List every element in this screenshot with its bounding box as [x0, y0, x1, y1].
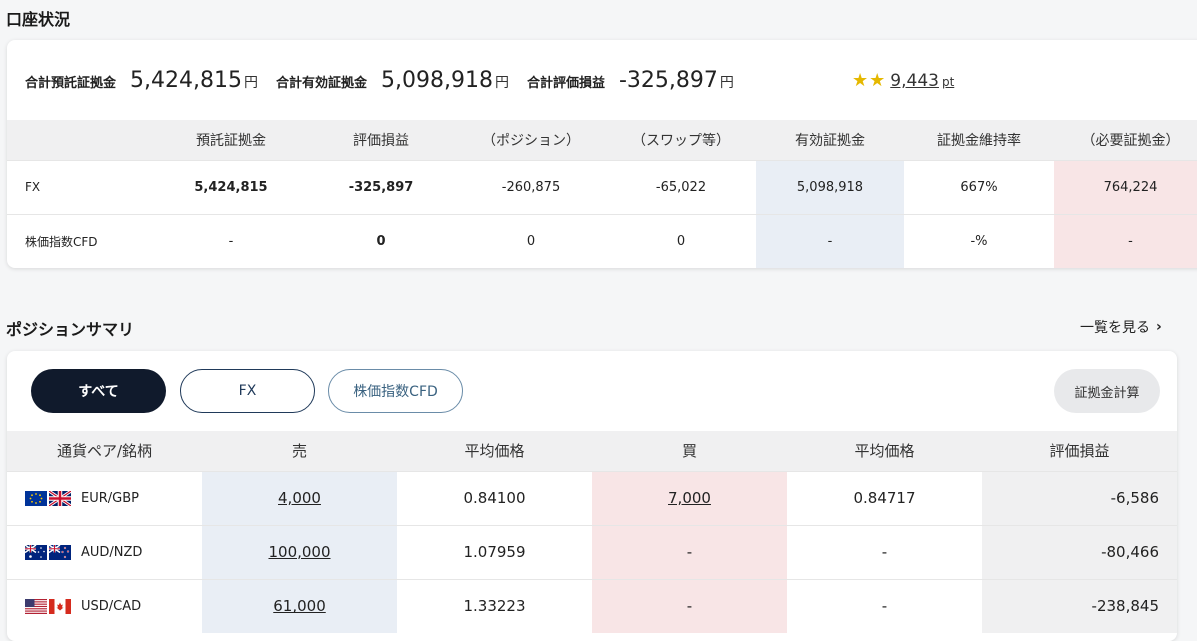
pair-cell: AUD/NZD: [7, 524, 202, 579]
position-summary-title: ポジションサマリ: [6, 320, 135, 339]
pair-name: AUD/NZD: [81, 544, 143, 560]
cell-position: 0: [456, 213, 606, 268]
filter-all-button[interactable]: すべて: [31, 369, 166, 413]
view-all-label[interactable]: 一覧を見る: [1080, 317, 1150, 337]
cell-pnl: -6,586: [982, 470, 1177, 525]
total-deposit-value: 5,424,815: [130, 68, 242, 93]
total-pnl-value: -325,897: [618, 68, 718, 93]
total-effective-margin-value: 5,098,918: [381, 68, 493, 93]
cell-effective-margin: 5,098,918: [756, 159, 904, 214]
cell-buy-avg: 0.84717: [787, 470, 982, 525]
pair-cell: EUR/GBP: [7, 470, 202, 525]
total-effective-margin-label: 合計有効証拠金: [275, 76, 367, 91]
cell-maintenance-ratio: -%: [904, 213, 1054, 268]
header-sell-avg: 平均価格: [397, 431, 592, 471]
account-summary: 合計預託証拠金 5,424,815 円 合計有効証拠金 5,098,918 円 …: [25, 68, 752, 98]
header-deposit: 預託証拠金: [156, 120, 306, 160]
cell-sell[interactable]: 100,000: [202, 524, 397, 579]
account-table: 預託証拠金 評価損益 （ポジション） （スワップ等） 有効証拠金 証拠金維持率 …: [7, 120, 1197, 268]
account-status-card: 合計預託証拠金 5,424,815 円 合計有効証拠金 5,098,918 円 …: [7, 40, 1197, 268]
ca-flag-icon: [49, 598, 71, 614]
cell-sell[interactable]: 4,000: [202, 470, 397, 525]
account-status-title: 口座状況: [6, 10, 71, 29]
points-display[interactable]: ★ ★ 9,443 pt: [852, 70, 954, 91]
positions-table: 通貨ペア/銘柄 売 平均価格 買 平均価格 評価損益 EUR/GBP 4,000…: [7, 431, 1177, 633]
total-effective-margin-unit: 円: [494, 75, 509, 91]
cell-position: -260,875: [456, 159, 606, 214]
cell-buy-avg: -: [787, 578, 982, 633]
header-maintenance-ratio: 証拠金維持率: [904, 120, 1054, 160]
table-row: AUD/NZD 100,000 1.07959 - - -80,466: [7, 524, 1177, 579]
table-row: EUR/GBP 4,000 0.84100 7,000 0.84717 -6,5…: [7, 470, 1177, 525]
cell-sell-avg: 1.07959: [397, 524, 592, 579]
pair-name: USD/CAD: [81, 598, 142, 614]
cell-required-margin: 764,224: [1054, 159, 1197, 214]
header-pnl: 評価損益: [982, 431, 1177, 471]
au-flag-icon: [25, 544, 47, 560]
header-position: （ポジション）: [456, 120, 606, 160]
total-pnl-label: 合計評価損益: [526, 76, 605, 91]
header-pnl: 評価損益: [306, 120, 456, 160]
total-deposit-unit: 円: [243, 75, 258, 91]
cell-swap: -65,022: [606, 159, 756, 214]
cell-pnl: -238,845: [982, 578, 1177, 633]
header-buy-avg: 平均価格: [787, 431, 982, 471]
table-row: FX 5,424,815 -325,897 -260,875 -65,022 5…: [7, 159, 1197, 214]
cell-pnl: -80,466: [982, 524, 1177, 579]
view-all-link[interactable]: 一覧を見る ›: [1080, 317, 1162, 337]
nz-flag-icon: [49, 544, 71, 560]
cell-pnl: 0: [306, 213, 456, 268]
points-unit: pt: [941, 75, 955, 89]
cell-buy: -: [592, 578, 787, 633]
pair-cell: USD/CAD: [7, 578, 202, 633]
header-required-margin: （必要証拠金）: [1054, 120, 1197, 160]
header-blank: [7, 120, 156, 160]
cell-pnl: -325,897: [306, 159, 456, 214]
position-summary-card: すべて FX 株価指数CFD 証拠金計算 通貨ペア/銘柄 売 平均価格 買 平均…: [7, 351, 1177, 641]
cell-maintenance-ratio: 667%: [904, 159, 1054, 214]
cell-required-margin: -: [1054, 213, 1197, 268]
cell-effective-margin: -: [756, 213, 904, 268]
header-buy: 買: [592, 431, 787, 471]
row-label: FX: [7, 159, 156, 214]
row-label: 株価指数CFD: [7, 213, 156, 268]
sell-amount-link[interactable]: 61,000: [273, 597, 326, 615]
header-effective-margin: 有効証拠金: [756, 120, 904, 160]
cell-sell[interactable]: 61,000: [202, 578, 397, 633]
header-swap: （スワップ等）: [606, 120, 756, 160]
total-deposit-label: 合計預託証拠金: [25, 76, 117, 91]
table-row: 株価指数CFD - 0 0 0 - -% -: [7, 213, 1197, 268]
buy-amount-link[interactable]: 7,000: [668, 489, 711, 507]
star-icon: ★: [869, 70, 886, 91]
margin-calc-button[interactable]: 証拠金計算: [1054, 369, 1160, 413]
header-sell: 売: [202, 431, 397, 471]
filter-cfd-button[interactable]: 株価指数CFD: [328, 369, 463, 413]
sell-amount-link[interactable]: 100,000: [268, 543, 330, 561]
sell-amount-link[interactable]: 4,000: [278, 489, 321, 507]
chevron-right-icon: ›: [1156, 319, 1162, 335]
eu-flag-icon: [25, 490, 47, 506]
total-pnl-unit: 円: [719, 75, 734, 91]
cell-deposit: -: [156, 213, 306, 268]
cell-buy[interactable]: 7,000: [592, 470, 787, 525]
account-table-header: 預託証拠金 評価損益 （ポジション） （スワップ等） 有効証拠金 証拠金維持率 …: [7, 120, 1197, 160]
cell-buy-avg: -: [787, 524, 982, 579]
cell-sell-avg: 1.33223: [397, 578, 592, 633]
table-row: USD/CAD 61,000 1.33223 - - -238,845: [7, 578, 1177, 633]
us-flag-icon: [25, 598, 47, 614]
cell-deposit: 5,424,815: [156, 159, 306, 214]
uk-flag-icon: [49, 490, 71, 506]
filter-fx-button[interactable]: FX: [180, 369, 315, 413]
header-pair: 通貨ペア/銘柄: [7, 431, 202, 471]
star-icon: ★: [852, 70, 869, 91]
cell-swap: 0: [606, 213, 756, 268]
pair-name: EUR/GBP: [81, 490, 139, 506]
cell-buy: -: [592, 524, 787, 579]
cell-sell-avg: 0.84100: [397, 470, 592, 525]
positions-table-header: 通貨ペア/銘柄 売 平均価格 買 平均価格 評価損益: [7, 431, 1177, 471]
points-value[interactable]: 9,443: [890, 71, 939, 91]
